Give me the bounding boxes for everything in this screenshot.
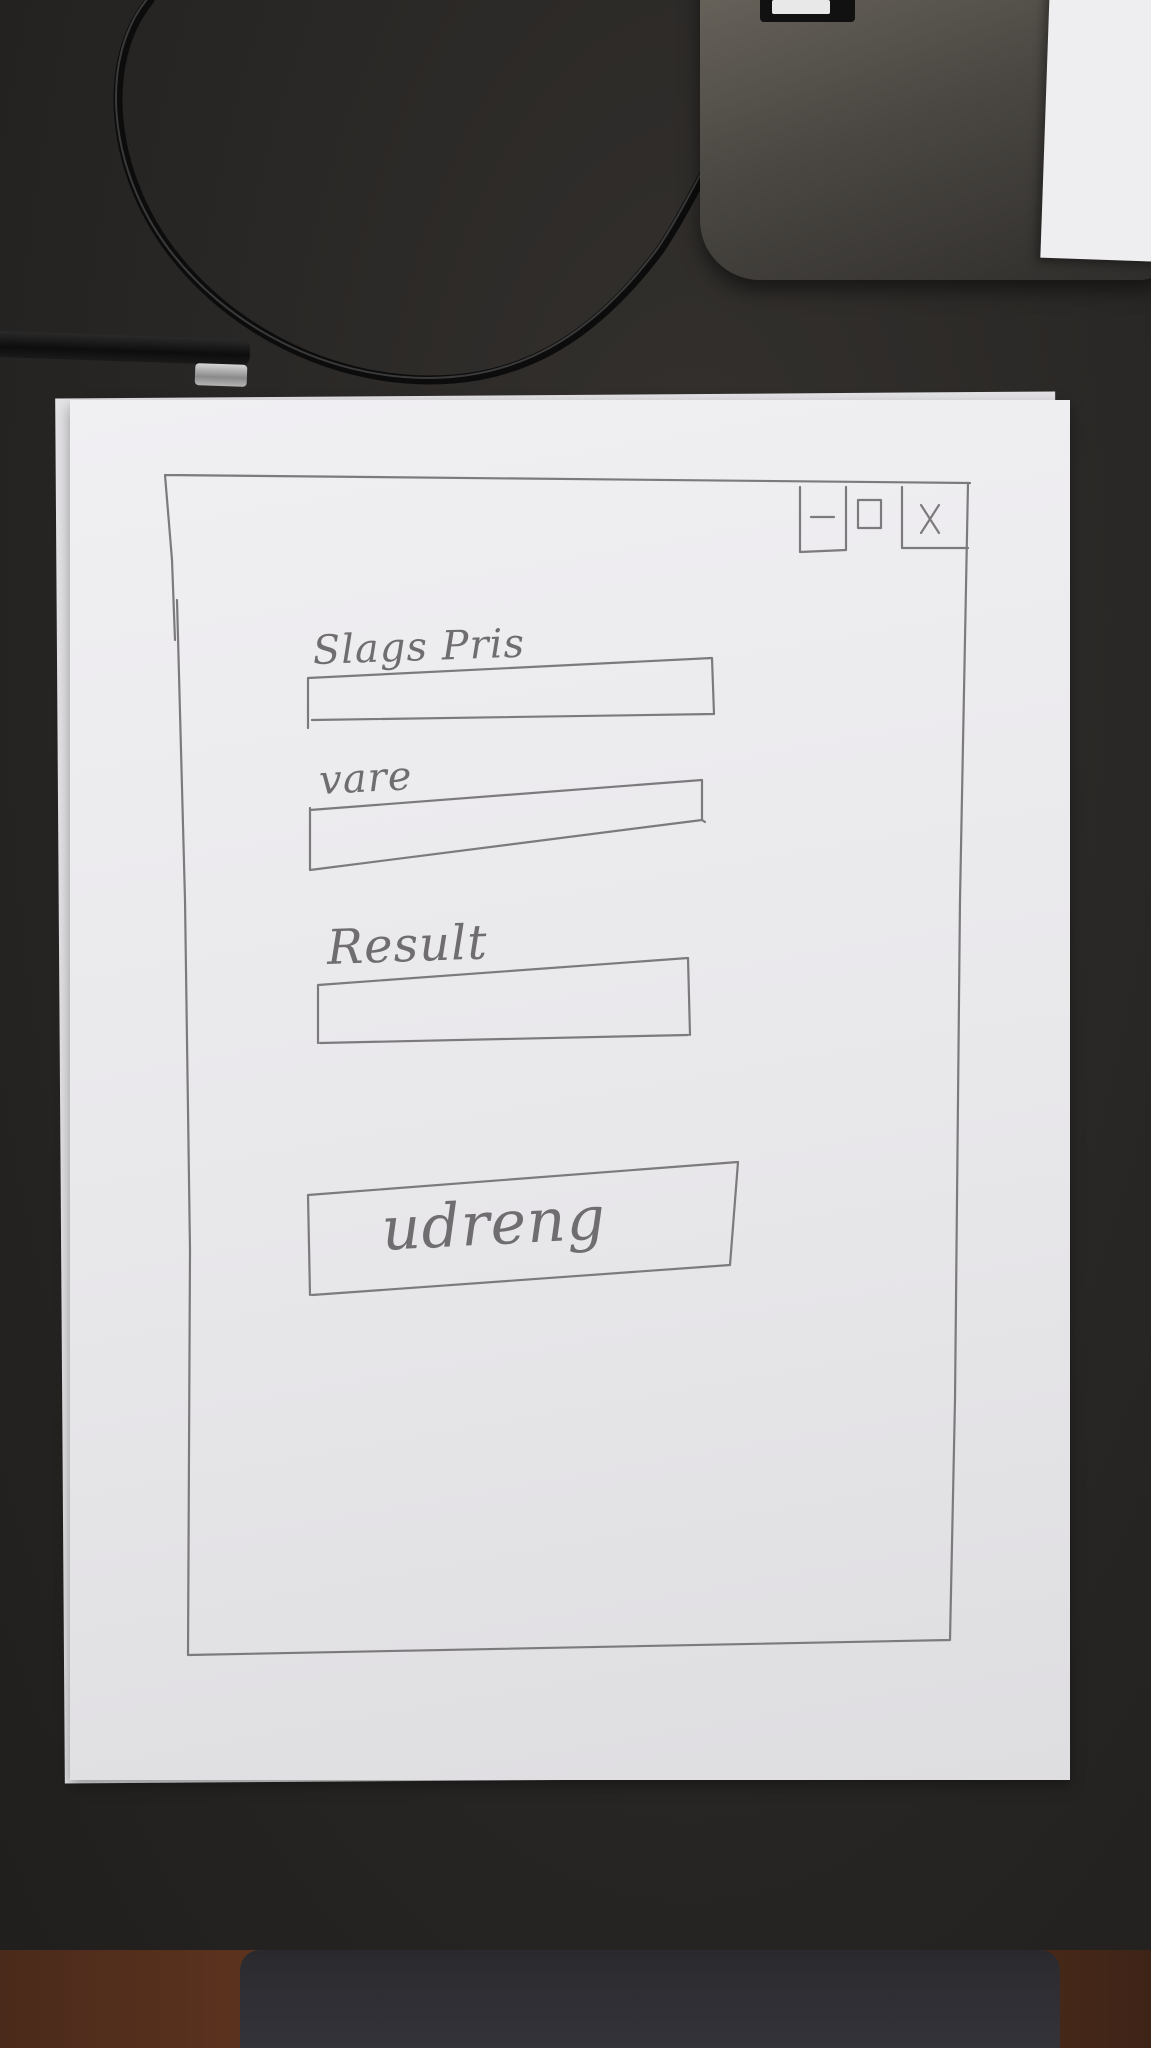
udreng-button[interactable]: [308, 1162, 738, 1297]
maximize-button[interactable]: [848, 485, 903, 550]
minimize-button[interactable]: [800, 485, 848, 550]
close-button[interactable]: [903, 485, 968, 550]
window-frame: [163, 473, 972, 1657]
slags-pris-input[interactable]: [308, 660, 714, 722]
result-field[interactable]: [316, 955, 692, 1043]
vare-input[interactable]: [310, 780, 705, 872]
